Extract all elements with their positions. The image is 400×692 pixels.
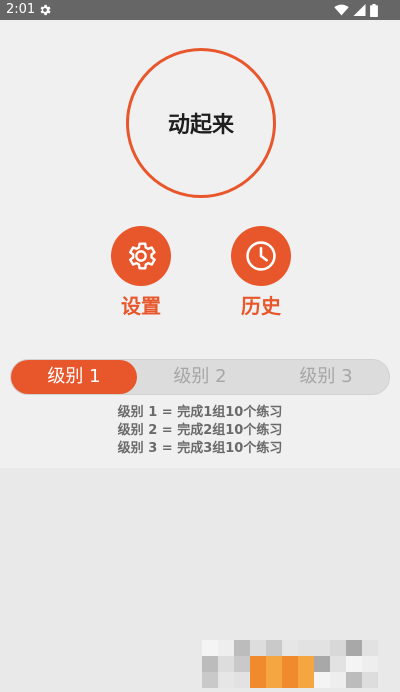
watermark-pixel (362, 672, 378, 688)
level-tab-3[interactable]: 级别 3 (263, 360, 389, 394)
wifi-icon (334, 4, 349, 16)
gear-icon (129, 242, 156, 270)
watermark-pixel (314, 656, 330, 672)
level-description: 级别 2 = 完成2组10个练习 (117, 423, 283, 438)
watermark-pixel (282, 672, 298, 688)
level-descriptions: 级别 1 = 完成1组10个练习 级别 2 = 完成2组10个练习 级别 3 =… (0, 404, 400, 458)
clock-icon (246, 241, 276, 271)
level-selector: 级别 1 级别 2 级别 3 (10, 359, 390, 395)
history-label: 历史 (241, 294, 281, 318)
watermark-pixel (298, 640, 314, 656)
watermark-pixel (314, 640, 330, 656)
watermark-pixel (282, 656, 298, 672)
start-workout-label: 动起来 (167, 113, 234, 138)
watermark-pixel (314, 672, 330, 688)
watermark-pixel (330, 640, 346, 656)
watermark-pixel (346, 656, 362, 672)
watermark-pixel (330, 672, 346, 688)
status-time: 2:01 (6, 2, 36, 17)
watermark-pixel (250, 656, 266, 672)
watermark-pixel (218, 640, 234, 656)
watermark-pixel (282, 640, 298, 656)
watermark-pixel (362, 640, 378, 656)
watermark-pixel (362, 656, 378, 672)
level-description: 级别 3 = 完成3组10个练习 (117, 441, 283, 456)
settings-button[interactable]: 设置 (101, 226, 181, 320)
gear-icon (40, 4, 51, 16)
watermark-pixel (298, 656, 314, 672)
watermark-pixel (298, 672, 314, 688)
watermark-pixel (202, 672, 218, 688)
history-button[interactable]: 历史 (221, 226, 301, 320)
watermark-pixel (266, 656, 282, 672)
signal-icon (353, 4, 366, 16)
watermark-pixel (218, 656, 234, 672)
watermark-pixel (234, 656, 250, 672)
status-icons (334, 3, 378, 17)
watermark-pixel (218, 672, 234, 688)
battery-icon (370, 3, 378, 17)
watermark-pixel (202, 656, 218, 672)
settings-label: 设置 (121, 294, 161, 318)
watermark-pixel (266, 640, 282, 656)
watermark-pixel (250, 672, 266, 688)
watermark-pixel (234, 640, 250, 656)
watermark-pixel (234, 672, 250, 688)
history-icon-circle (231, 226, 291, 286)
watermark-pixel (202, 640, 218, 656)
settings-icon-circle (111, 226, 171, 286)
main-content: 动起来 设置 历史 级别 1 级别 2 级别 3 级别 1 = 完成1组10个练… (0, 20, 400, 468)
watermark-pixel (250, 640, 266, 656)
level-tab-2[interactable]: 级别 2 (137, 360, 263, 394)
watermark-pixel (346, 640, 362, 656)
watermark-pixel (266, 672, 282, 688)
start-workout-button[interactable]: 动起来 (126, 48, 276, 198)
watermark-pixel (330, 656, 346, 672)
watermark-pixel (346, 672, 362, 688)
watermark (202, 640, 378, 688)
status-bar: 2:01 (0, 0, 400, 20)
level-description: 级别 1 = 完成1组10个练习 (117, 405, 283, 420)
level-tab-1[interactable]: 级别 1 (11, 360, 137, 394)
